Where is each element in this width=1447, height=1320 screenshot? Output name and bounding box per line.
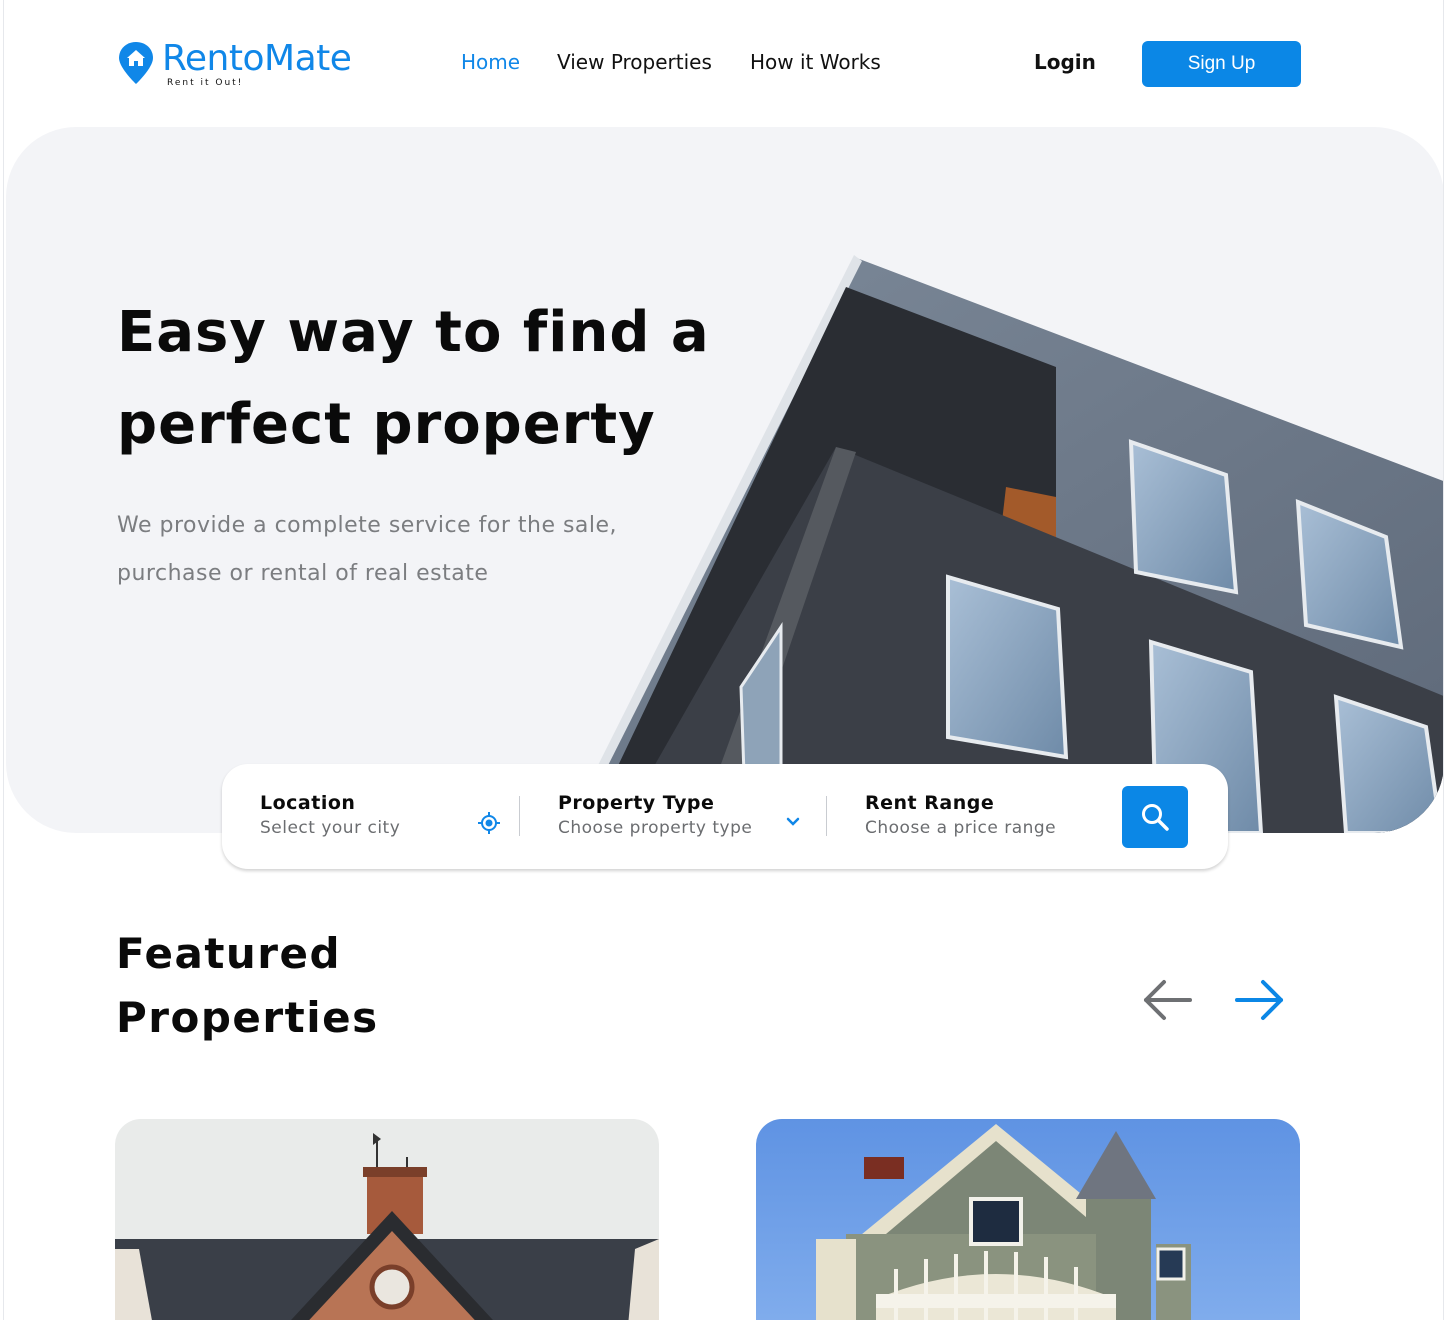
hero-title: Easy way to find a perfect property <box>117 287 757 471</box>
divider <box>519 796 520 836</box>
rent-range-placeholder: Choose a price range <box>865 818 1057 838</box>
hero-title-line1: Easy way to find a <box>117 300 710 365</box>
rent-range-field[interactable]: Rent Range Choose a price range <box>865 792 1095 838</box>
brand-tagline: Rent it Out! <box>167 78 244 88</box>
hero-section: Easy way to find a perfect property We p… <box>6 127 1443 833</box>
location-placeholder: Select your city <box>260 818 401 838</box>
property-image <box>115 1119 659 1320</box>
hero-subtitle-line2: purchase or rental of real estate <box>117 561 489 586</box>
location-label: Location <box>260 792 356 814</box>
page: RentoMate Rent it Out! Home View Propert… <box>3 0 1444 1320</box>
brand-name: RentoMate <box>162 38 352 79</box>
carousel-next-button[interactable] <box>1232 975 1288 1025</box>
home-pin-icon <box>119 42 153 84</box>
signup-button[interactable]: Sign Up <box>1142 41 1301 87</box>
featured-title: Featured Properties <box>116 922 516 1050</box>
property-search-bar: Location Select your city Property Type … <box>222 764 1228 869</box>
location-field[interactable]: Location Select your city <box>260 792 500 838</box>
arrow-left-icon <box>1144 980 1192 1020</box>
nav-how-it-works[interactable]: How it Works <box>750 50 881 74</box>
hero-subtitle-line1: We provide a complete service for the sa… <box>117 513 618 538</box>
brand-logo[interactable]: RentoMate Rent it Out! <box>117 38 377 90</box>
divider <box>826 796 827 836</box>
featured-title-line1: Featured <box>116 929 342 978</box>
locate-icon[interactable] <box>478 812 500 834</box>
carousel-prev-button[interactable] <box>1139 975 1195 1025</box>
nav-view-properties[interactable]: View Properties <box>557 50 712 74</box>
arrow-right-icon <box>1235 980 1283 1020</box>
hero-title-line2: perfect property <box>117 392 656 457</box>
rent-range-label: Rent Range <box>865 792 995 814</box>
login-link[interactable]: Login <box>1034 50 1096 74</box>
search-button[interactable] <box>1122 786 1188 848</box>
property-type-placeholder: Choose property type <box>558 818 753 838</box>
nav-home[interactable]: Home <box>461 50 520 74</box>
property-card[interactable] <box>115 1119 659 1320</box>
search-icon <box>1142 804 1169 831</box>
property-card[interactable] <box>756 1119 1300 1320</box>
hero-subtitle: We provide a complete service for the sa… <box>117 502 697 598</box>
featured-title-line2: Properties <box>116 993 379 1042</box>
chevron-down-icon[interactable] <box>786 817 800 827</box>
property-type-field[interactable]: Property Type Choose property type <box>558 792 788 838</box>
property-image <box>756 1119 1300 1320</box>
property-type-label: Property Type <box>558 792 715 814</box>
